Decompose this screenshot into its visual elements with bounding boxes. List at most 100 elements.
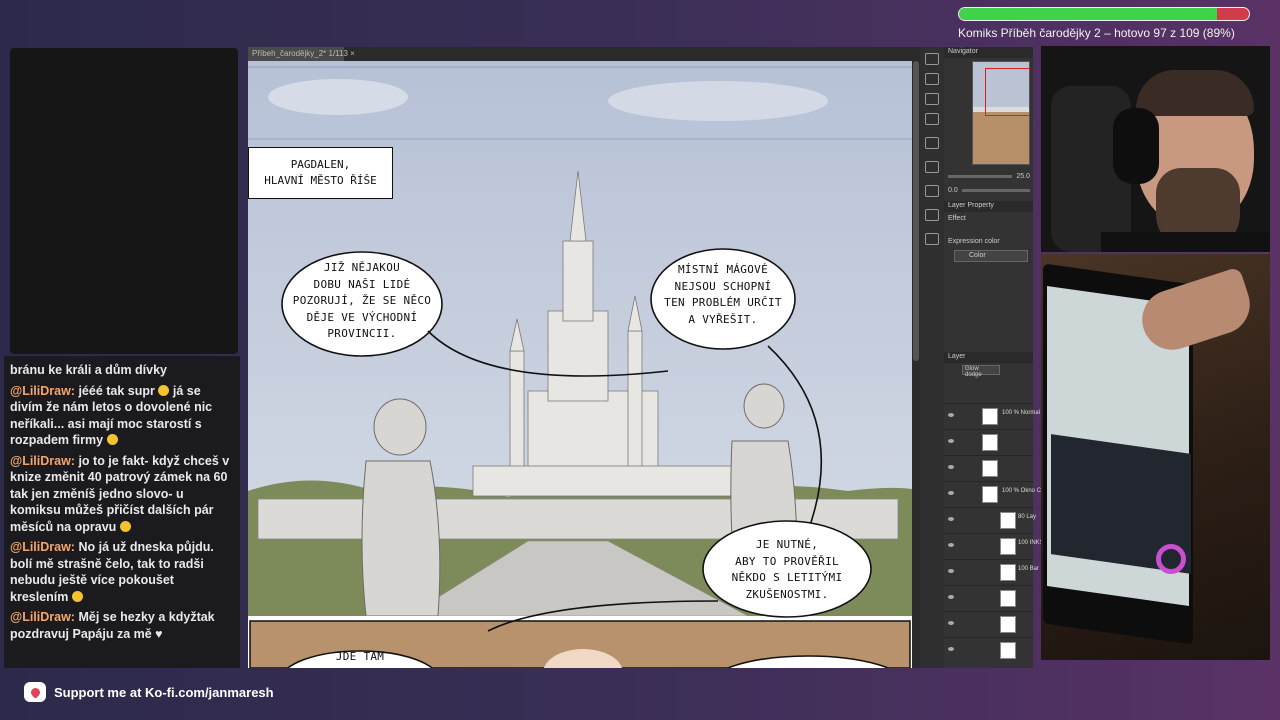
layer-thumbnail bbox=[1000, 642, 1016, 659]
speech-bubble-4: JDE TAM bbox=[335, 650, 385, 663]
bubble-line: NEJSOU SCHOPNÍ bbox=[674, 279, 772, 293]
layer-row[interactable] bbox=[944, 611, 1033, 637]
document-tab-label: Příbeh_čarodějky_2* 1/113 bbox=[252, 49, 348, 58]
layer-property-label: Layer Property bbox=[948, 202, 994, 209]
layer-row[interactable] bbox=[944, 429, 1033, 455]
smile-emoji-icon bbox=[158, 384, 170, 396]
chat-message: @LiliDraw: jééé tak supr já se divím že … bbox=[10, 383, 234, 449]
caption-box: PAGDALEN, HLAVNÍ MĚSTO ŘÍŠE bbox=[248, 147, 393, 199]
bubble-line: DĚJE VE VÝCHODNÍ bbox=[306, 310, 418, 324]
material-icon[interactable] bbox=[925, 185, 939, 197]
eye-icon[interactable] bbox=[948, 439, 954, 443]
ko-fi-cup-icon bbox=[24, 682, 46, 702]
eye-icon[interactable] bbox=[948, 465, 954, 469]
kofi-text: Support me at Ko-fi.com/janmaresh bbox=[54, 684, 274, 700]
layer-row[interactable]: 100 Bar bbox=[944, 559, 1039, 585]
webcam-face bbox=[1041, 46, 1270, 252]
rotate-slider[interactable]: 0.0 bbox=[948, 185, 1030, 195]
canvas-scrollbar[interactable] bbox=[912, 61, 920, 668]
bubble-line: PROVINCII. bbox=[327, 327, 397, 340]
zoom-value: 25.0 bbox=[1016, 172, 1030, 180]
layer-row[interactable]: 100 % Normal text bbox=[944, 403, 1051, 429]
layer-row[interactable]: 80 Lay bbox=[944, 507, 1037, 533]
document-tab-bar: Příbeh_čarodějky_2* 1/113 × bbox=[248, 47, 920, 61]
speech-bubble-1: JIŽ NĚJAKOU DOBU NAŠI LIDÉ POZORUJÍ, ŽE … bbox=[282, 260, 442, 343]
layer-row[interactable]: 100 INKS bbox=[944, 533, 1044, 559]
goal-progress-fill bbox=[959, 8, 1218, 20]
bubble-line: TEN PROBLÉM URČIT bbox=[664, 296, 782, 309]
navigator-thumbnail[interactable] bbox=[972, 61, 1030, 165]
layer-row[interactable] bbox=[944, 585, 1033, 611]
eye-icon[interactable] bbox=[948, 517, 954, 521]
tool-property-icon[interactable] bbox=[925, 93, 939, 105]
layer-thumbnail bbox=[1000, 616, 1016, 633]
subview-icon[interactable] bbox=[925, 73, 939, 85]
clip-studio-window: Příbeh_čarodějky_2* 1/113 × PAGDALEN, HL… bbox=[248, 47, 1051, 668]
chat-text: bránu ke králi a dům dívky bbox=[10, 363, 168, 377]
chat-username: @LiliDraw: bbox=[10, 540, 75, 554]
kofi-banner: Support me at Ko-fi.com/janmaresh bbox=[24, 682, 274, 702]
eye-icon[interactable] bbox=[948, 647, 954, 651]
layer-name: 100 INKS bbox=[1018, 540, 1044, 546]
eye-icon[interactable] bbox=[948, 543, 954, 547]
chat-username: @LiliDraw: bbox=[10, 383, 75, 398]
bubble-line: JE NUTNÉ, bbox=[755, 538, 819, 551]
navigator-icon[interactable] bbox=[925, 53, 939, 65]
document-tab[interactable]: Příbeh_čarodějky_2* 1/113 × bbox=[248, 47, 355, 61]
layer-thumbnail bbox=[982, 460, 998, 477]
expression-color-select[interactable]: Color bbox=[954, 250, 1028, 262]
layer-name: 100 Bar bbox=[1018, 566, 1040, 572]
history-icon[interactable] bbox=[925, 209, 939, 221]
layer-property-icon[interactable] bbox=[925, 137, 939, 149]
chat-text: jééé tak supr bbox=[74, 383, 155, 398]
eye-icon[interactable] bbox=[948, 595, 954, 599]
color-wheel-icon[interactable] bbox=[925, 161, 939, 173]
chat-panel: bránu ke králi a dům dívky @LiliDraw: jé… bbox=[4, 356, 240, 668]
expression-color-label: Expression color bbox=[948, 238, 1000, 245]
layer-name: 80 Lay bbox=[1018, 514, 1037, 520]
goal-progress-bar bbox=[958, 7, 1250, 21]
chat-message: @LiliDraw: No já už dneska půjdu. bolí m… bbox=[10, 539, 234, 605]
layer-thumbnail bbox=[982, 408, 998, 425]
bubble-line: JIŽ NĚJAKOU bbox=[323, 261, 401, 274]
bubble-line: ABY TO PROVĚŘIL bbox=[735, 554, 839, 568]
layer-panel-label: Layer bbox=[948, 353, 966, 360]
chat-username: @LiliDraw: bbox=[10, 610, 75, 624]
layer-thumbnail bbox=[1000, 512, 1016, 529]
blend-mode-select[interactable]: Glow dodge bbox=[962, 365, 1000, 378]
eye-icon[interactable] bbox=[948, 621, 954, 625]
bubble-line: NĚKDO S LETITÝMI bbox=[731, 571, 843, 584]
layer-row[interactable]: 100 % Okno C bbox=[944, 481, 1041, 507]
layer-thumbnail bbox=[982, 434, 998, 451]
zoom-slider[interactable]: 25.0 bbox=[948, 171, 1030, 181]
bubble-line: POZORUJÍ, ŽE SE NĚCO bbox=[292, 294, 432, 307]
eye-icon[interactable] bbox=[948, 413, 954, 417]
layer-name: 100 % Okno C bbox=[1002, 488, 1042, 494]
empty-overlay-panel bbox=[10, 48, 238, 354]
layer-row[interactable] bbox=[944, 637, 1033, 663]
layer-panel-icon[interactable] bbox=[925, 233, 939, 245]
webcam-tablet bbox=[1041, 254, 1270, 660]
eye-icon[interactable] bbox=[948, 569, 954, 573]
goal-progress-label: Komiks Příběh čarodějky 2 – hotovo 97 z … bbox=[958, 26, 1235, 40]
drawing-canvas[interactable]: PAGDALEN, HLAVNÍ MĚSTO ŘÍŠE JIŽ NĚJAKOU … bbox=[248, 61, 912, 668]
layer-thumbnail bbox=[1000, 538, 1016, 555]
eye-icon[interactable] bbox=[948, 491, 954, 495]
layer-thumbnail bbox=[1000, 590, 1016, 607]
close-tab-icon[interactable]: × bbox=[350, 49, 355, 58]
bubble-line: A VYŘEŠIT. bbox=[688, 312, 758, 326]
sad-emoji-icon bbox=[71, 590, 83, 602]
grin-emoji-icon bbox=[106, 434, 118, 445]
panel-icon-strip bbox=[920, 47, 944, 668]
layer-row[interactable] bbox=[944, 455, 1033, 481]
layer-thumbnail bbox=[982, 486, 998, 503]
effect-label: Effect bbox=[948, 215, 966, 222]
navigator-header: Navigator bbox=[944, 47, 1033, 58]
chat-message: @LiliDraw: Měj se hezky a kdyžtak pozdra… bbox=[10, 609, 234, 642]
delete-icon[interactable] bbox=[925, 113, 939, 125]
chat-username: @LiliDraw: bbox=[10, 453, 75, 468]
right-dock-panel: Navigator 25.0 0.0 Layer Property Effect… bbox=[944, 47, 1051, 668]
bubble-line: DOBU NAŠI LIDÉ bbox=[313, 277, 411, 291]
speech-bubble-3: JE NUTNÉ, ABY TO PROVĚŘIL NĚKDO S LETITÝ… bbox=[713, 537, 861, 603]
laugh-emoji-icon bbox=[119, 520, 131, 532]
